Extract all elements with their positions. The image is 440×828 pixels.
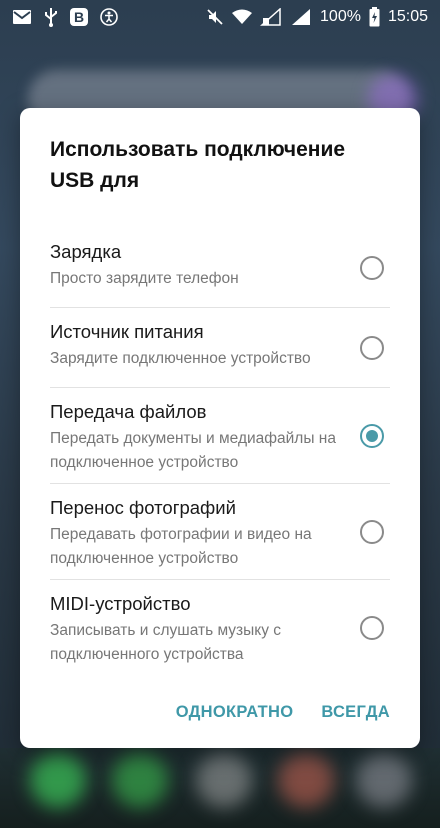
option-description: Просто зарядите телефон xyxy=(50,270,239,287)
mute-icon xyxy=(206,8,224,26)
blurred-dock-icon xyxy=(196,752,252,808)
radio-button[interactable] xyxy=(360,616,384,640)
radio-button-selected[interactable] xyxy=(360,423,384,448)
radio-button[interactable] xyxy=(360,519,384,544)
option-label: Зарядка xyxy=(50,241,122,262)
option-photo-transfer[interactable]: Перенос фотографий Передавать фотографии… xyxy=(50,484,390,580)
gmail-icon xyxy=(12,9,32,25)
option-label: MIDI-устройство xyxy=(50,593,191,614)
radio-button[interactable] xyxy=(360,335,384,360)
option-file-transfer[interactable]: Передача файлов Передать документы и мед… xyxy=(50,388,390,484)
vk-icon: В xyxy=(70,8,88,26)
option-description: Зарядите подключенное устройство xyxy=(50,350,311,367)
dialog-title: Использовать подключение USB для xyxy=(50,138,346,192)
once-button[interactable]: ОДНОКРАТНО xyxy=(176,703,294,722)
option-label: Источник питания xyxy=(50,321,204,342)
clock: 15:05 xyxy=(387,8,428,25)
blurred-dock-icon xyxy=(30,752,86,808)
option-charging[interactable]: Зарядка Просто зарядите телефон xyxy=(50,228,390,308)
usb-icon xyxy=(44,7,58,27)
wifi-icon xyxy=(232,9,253,25)
battery-charging-icon xyxy=(369,7,380,27)
dialog-actions: ОДНОКРАТНО ВСЕГДА xyxy=(176,703,390,722)
always-button[interactable]: ВСЕГДА xyxy=(321,703,390,722)
blurred-dock-icon xyxy=(112,752,168,808)
radio-button[interactable] xyxy=(360,255,384,280)
option-description: Передавать фотографии и видео на подключ… xyxy=(50,526,312,567)
option-label: Перенос фотографий xyxy=(50,497,236,518)
usb-options-list: Зарядка Просто зарядите телефон Источник… xyxy=(50,228,390,676)
blurred-dock-icon xyxy=(356,752,412,808)
signal-sim2-icon xyxy=(290,8,312,26)
blurred-dock-icon xyxy=(278,752,334,808)
signal-sim1-icon xyxy=(260,8,282,26)
status-bar: В 100% 15:05 xyxy=(0,0,440,34)
option-description: Записывать и слушать музыку с подключенн… xyxy=(50,622,282,663)
option-midi[interactable]: MIDI-устройство Записывать и слушать муз… xyxy=(50,580,390,676)
accessibility-icon xyxy=(100,8,118,26)
battery-percent: 100% xyxy=(320,8,361,25)
option-label: Передача файлов xyxy=(50,401,207,422)
option-power-source[interactable]: Источник питания Зарядите подключенное у… xyxy=(50,308,390,388)
usb-mode-dialog: Использовать подключение USB для Зарядка… xyxy=(20,108,420,748)
option-description: Передать документы и медиафайлы на подкл… xyxy=(50,430,336,471)
